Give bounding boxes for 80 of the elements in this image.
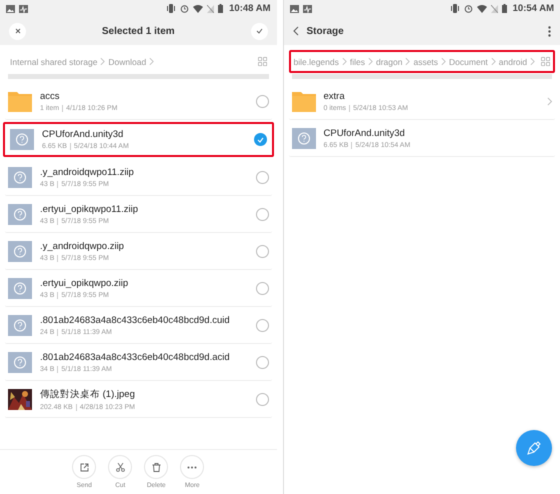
wifi-icon [193,4,204,12]
more-icon [187,466,198,468]
breadcrumb-item[interactable]: Document [449,56,488,66]
image-icon [290,4,298,12]
alarm-icon [180,4,190,13]
select-radio[interactable] [256,170,268,184]
chevron-icon [441,57,446,66]
activity-icon [19,4,28,12]
folder-icon [292,90,316,112]
file-name: .y_androidqwpo11.ziip [40,166,135,178]
breadcrumb-item[interactable]: files [350,56,365,66]
trash-icon [152,462,161,472]
unknown-file-icon [8,166,32,188]
unknown-file-icon [8,204,32,224]
chevron-icon [100,57,106,66]
file-name: .ertyui_opikqwpo.ziip [40,278,130,288]
no-sim-icon [490,4,498,12]
battery-icon [218,4,224,13]
unknown-file-icon [8,352,32,372]
unknown-file-icon [8,278,32,298]
file-name: .y_androidqwpo.ziip [40,240,125,252]
breadcrumb-item[interactable]: bile.legends [294,56,339,66]
battery-icon [502,4,507,13]
file-name: extra [324,90,346,102]
screen-title: Selected 1 item [100,26,176,36]
brush-icon [527,441,541,455]
file-name: accs [40,90,61,102]
file-name: .801ab24683a4a8c433c6eb40c48bcd9d.acid [40,352,231,362]
status-time: 10:48 AM [229,3,270,14]
breadcrumb-item[interactable]: dragon [376,56,402,66]
select-radio[interactable] [256,244,268,258]
screen-title: Storage [306,26,345,36]
unknown-file-icon [10,129,34,150]
file-name: CPUforAnd.unity3d [42,129,124,140]
breadcrumb-item[interactable]: android [498,56,528,66]
back-button[interactable] [292,26,298,36]
select-radio[interactable] [256,94,268,108]
chevron-icon [530,57,536,66]
unknown-file-icon [8,314,32,336]
file-name: .ertyui_opikqwpo11.ziip [40,204,140,214]
unknown-file-icon [8,240,32,262]
chevron-icon [490,57,496,66]
folder-icon [8,90,32,112]
clean-button[interactable] [516,430,552,466]
activity-icon [302,4,312,12]
file-name: 傳說對決桌布 (1).jpeg [40,388,136,400]
vibrate-icon [166,4,176,13]
status-time: 10:54 AM [512,3,554,14]
check-icon [256,28,262,34]
image-icon [6,4,15,12]
confirm-button[interactable] [250,22,268,40]
wifi-icon [476,4,487,12]
chevron-icon [149,57,154,66]
breadcrumb-item[interactable]: assets [413,56,438,66]
unknown-file-icon [292,128,316,148]
alarm-icon [464,4,473,13]
close-button[interactable] [9,22,26,40]
share-icon [80,462,89,472]
chevron-icon [368,57,373,66]
select-radio[interactable] [256,318,268,332]
file-name: CPUforAnd.unity3d [324,128,406,138]
scissors-icon [116,462,125,472]
close-icon [14,28,20,34]
chevron-icon [342,57,347,66]
check-icon [256,136,264,142]
select-radio[interactable] [256,392,268,406]
more-menu-button[interactable] [548,26,551,36]
no-sim-icon [207,4,214,12]
grid-view-icon[interactable] [258,57,266,66]
select-radio[interactable] [256,282,268,294]
chevron-icon [405,57,410,66]
select-radio[interactable] [256,208,268,220]
chevron-icon [546,96,552,106]
breadcrumb-item[interactable]: Internal shared storage [10,56,98,66]
select-radio[interactable] [254,133,266,146]
breadcrumb-item[interactable]: Download [108,56,146,66]
grid-view-icon[interactable] [541,57,550,66]
select-radio[interactable] [256,356,268,368]
vibrate-icon [450,4,460,13]
file-name: .801ab24683a4a8c433c6eb40c48bcd9d.cuid [40,314,231,326]
